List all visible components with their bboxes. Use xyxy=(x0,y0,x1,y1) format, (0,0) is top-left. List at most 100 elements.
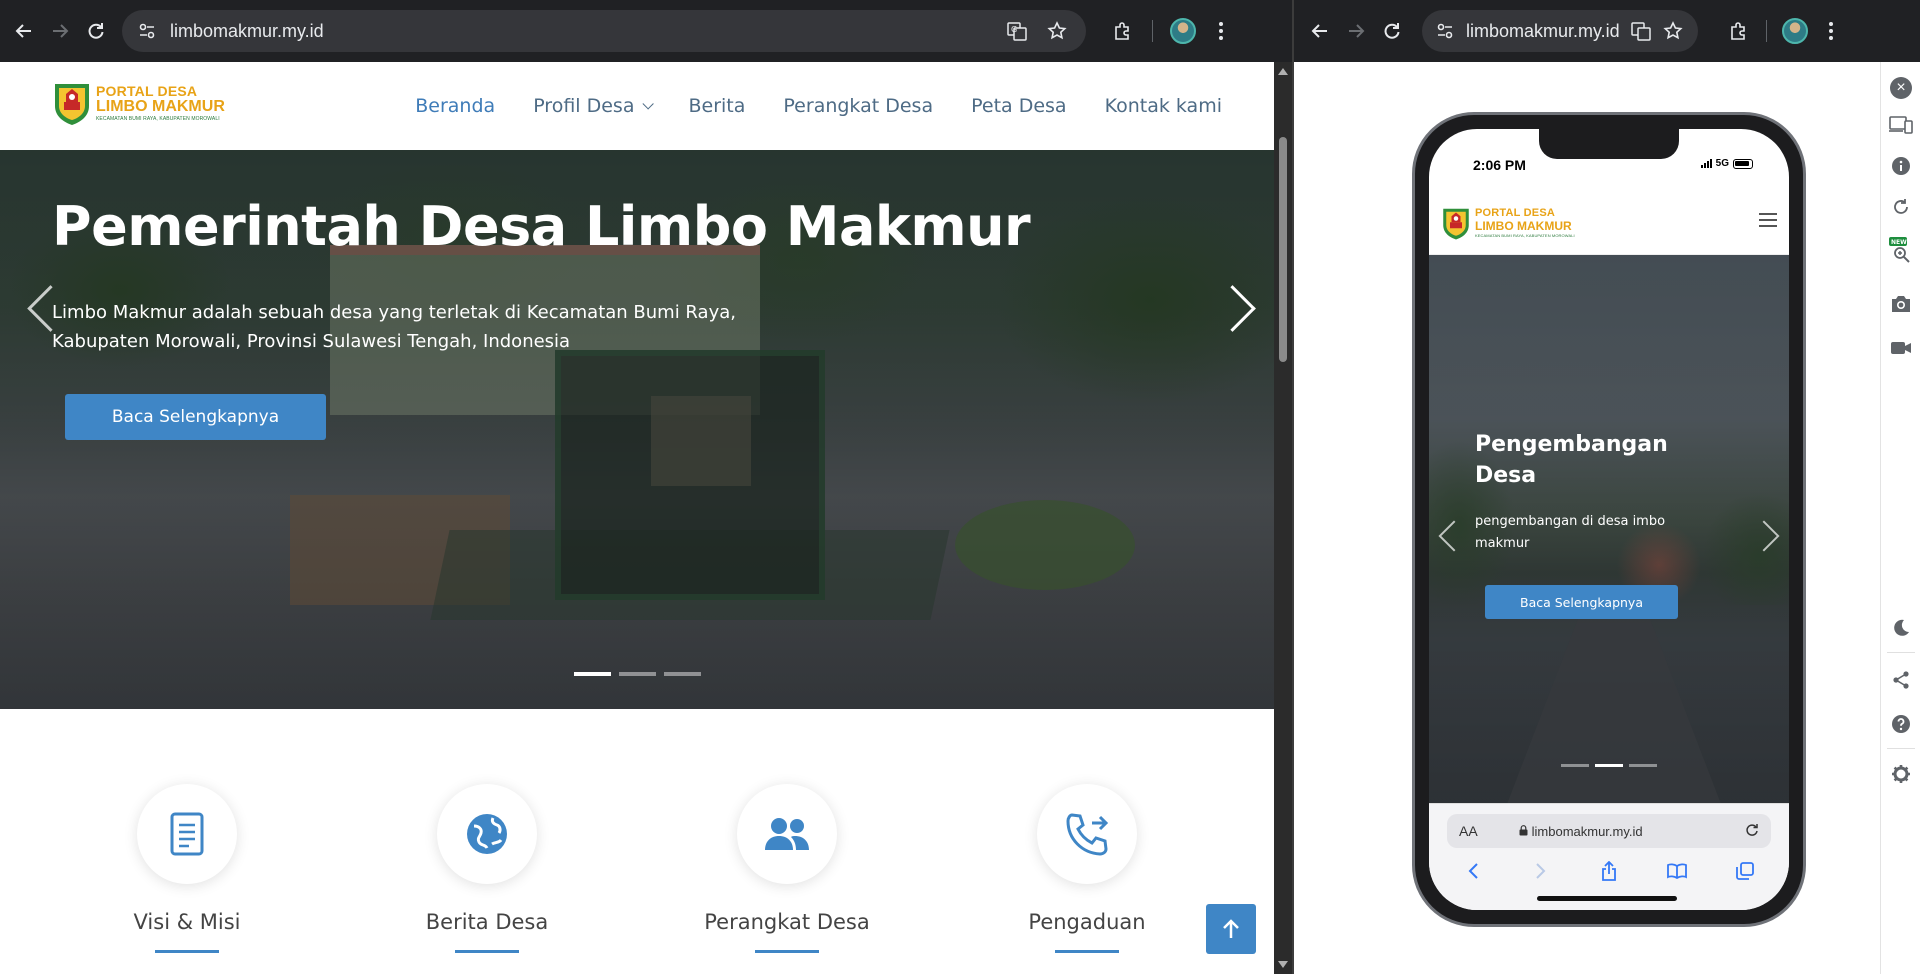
mobile-carousel-next-icon[interactable] xyxy=(1759,525,1781,547)
profile-avatar-icon[interactable] xyxy=(1165,13,1201,49)
reader-aa-button[interactable]: AA xyxy=(1459,823,1519,839)
feature-perangkat-desa[interactable]: Perangkat Desa xyxy=(687,784,887,953)
right-browser-window: limbomakmur.my.id 2:06 PM 5G PORTAL DESA… xyxy=(1294,0,1920,974)
feature-underline xyxy=(455,950,519,953)
feature-berita-desa[interactable]: Berita Desa xyxy=(387,784,587,953)
mobile-carousel-indicators xyxy=(1561,764,1657,767)
site-logo[interactable]: PORTAL DESA LIMBO MAKMUR KECAMATAN BUMI … xyxy=(52,80,225,126)
nav-beranda[interactable]: Beranda xyxy=(415,95,495,117)
devices-icon[interactable] xyxy=(1889,112,1913,136)
mobile-carousel-dot-3[interactable] xyxy=(1629,764,1657,767)
carousel-dot-3[interactable] xyxy=(664,672,701,676)
carousel-dot-1[interactable] xyxy=(574,672,611,676)
feature-label-pengaduan: Pengaduan xyxy=(1028,910,1146,934)
rotate-icon[interactable] xyxy=(1889,196,1913,220)
bookmark-star-icon[interactable] xyxy=(1042,16,1072,46)
forward-arrow-icon[interactable] xyxy=(1338,13,1374,49)
record-video-icon[interactable] xyxy=(1889,336,1913,360)
profile-avatar-icon[interactable] xyxy=(1777,13,1813,49)
safari-domain: limbomakmur.my.id xyxy=(1531,823,1643,839)
logo-line-2: LIMBO MAKMUR xyxy=(96,98,225,115)
feature-visi-misi[interactable]: Visi & Misi xyxy=(87,784,287,953)
translate-icon[interactable]: G xyxy=(1002,16,1032,46)
nav-perangkat-desa[interactable]: Perangkat Desa xyxy=(783,95,933,117)
nav-profil-desa[interactable]: Profil Desa xyxy=(533,95,655,117)
site-info-icon[interactable] xyxy=(136,20,158,42)
reload-icon[interactable] xyxy=(1374,13,1410,49)
safari-bookmarks-icon[interactable] xyxy=(1665,859,1689,883)
forward-arrow-icon[interactable] xyxy=(42,13,78,49)
hamburger-menu-icon[interactable] xyxy=(1759,213,1777,227)
reload-icon[interactable] xyxy=(78,13,114,49)
mobile-carousel-dot-2[interactable] xyxy=(1595,764,1623,767)
url-text-right[interactable]: limbomakmur.my.id xyxy=(1466,21,1620,42)
hero-background-sign xyxy=(555,350,825,600)
site-header: PORTAL DESA LIMBO MAKMUR KECAMATAN BUMI … xyxy=(0,62,1274,150)
address-bar[interactable]: limbomakmur.my.id G xyxy=(122,10,1086,52)
nav-peta-desa[interactable]: Peta Desa xyxy=(971,95,1066,117)
safari-reload-icon[interactable] xyxy=(1745,823,1759,840)
browser-toolbar-right: limbomakmur.my.id xyxy=(1294,0,1920,62)
extensions-icon[interactable] xyxy=(1104,13,1140,49)
settings-gear-icon[interactable] xyxy=(1889,762,1913,786)
scroll-down-arrow-icon[interactable] xyxy=(1278,961,1288,968)
mobile-carousel-dot-1[interactable] xyxy=(1561,764,1589,767)
back-arrow-icon[interactable] xyxy=(1302,13,1338,49)
translate-icon[interactable] xyxy=(1630,16,1652,46)
safari-share-icon[interactable] xyxy=(1597,859,1621,883)
address-bar-right[interactable]: limbomakmur.my.id xyxy=(1422,10,1698,52)
close-icon[interactable]: × xyxy=(1889,76,1913,100)
carousel-dot-2[interactable] xyxy=(619,672,656,676)
mobile-logo-line-2: LIMBO MAKMUR xyxy=(1475,219,1572,233)
back-arrow-icon[interactable] xyxy=(6,13,42,49)
scroll-up-arrow-icon[interactable] xyxy=(1278,68,1288,75)
device-emulator-panel: × NEW xyxy=(1880,62,1920,974)
safari-tabs-icon[interactable] xyxy=(1733,859,1757,883)
feature-underline xyxy=(755,950,819,953)
hero-background-bush xyxy=(955,500,1135,590)
scroll-thumb[interactable] xyxy=(1279,137,1287,362)
back-to-top-button[interactable] xyxy=(1206,904,1256,954)
safari-toolbar: AA limbomakmur.my.id xyxy=(1429,803,1789,910)
feature-underline xyxy=(155,950,219,953)
logo-line-3: KECAMATAN BUMI RAYA, KABUPATEN MOROWALI xyxy=(96,116,220,122)
zoom-icon[interactable]: NEW xyxy=(1889,237,1913,263)
signal-icon xyxy=(1700,159,1712,168)
feature-pengaduan[interactable]: Pengaduan xyxy=(987,784,1187,953)
nav-berita[interactable]: Berita xyxy=(688,95,745,117)
nav-kontak-kami[interactable]: Kontak kami xyxy=(1105,95,1222,117)
share-icon[interactable] xyxy=(1889,668,1913,692)
panel-divider xyxy=(1887,748,1915,749)
page-scrollbar[interactable] xyxy=(1274,62,1292,974)
safari-forward-icon[interactable] xyxy=(1529,859,1553,883)
left-browser-window: limbomakmur.my.id G PORTAL DESA LIMBO MA… xyxy=(0,0,1292,974)
read-more-button[interactable]: Baca Selengkapnya xyxy=(65,394,326,440)
url-text[interactable]: limbomakmur.my.id xyxy=(170,21,992,42)
feature-label-perangkat-desa: Perangkat Desa xyxy=(704,910,870,934)
help-icon[interactable] xyxy=(1889,712,1913,736)
home-indicator xyxy=(1537,896,1677,901)
carousel-prev-icon[interactable] xyxy=(24,292,60,328)
screenshot-camera-icon[interactable] xyxy=(1889,292,1913,316)
carousel-next-icon[interactable] xyxy=(1222,292,1258,328)
lock-icon xyxy=(1519,824,1528,835)
mobile-read-more-button[interactable]: Baca Selengkapnya xyxy=(1485,585,1678,619)
bookmark-star-icon[interactable] xyxy=(1662,16,1684,46)
dark-mode-moon-icon[interactable] xyxy=(1889,616,1913,640)
toolbar-divider xyxy=(1152,20,1153,42)
mobile-carousel-prev-icon[interactable] xyxy=(1437,525,1459,547)
arrow-up-icon xyxy=(1223,919,1239,938)
kebab-menu-icon[interactable] xyxy=(1813,13,1849,49)
feature-label-berita-desa: Berita Desa xyxy=(425,910,549,934)
info-icon[interactable] xyxy=(1889,154,1913,178)
safari-address-bar[interactable]: AA limbomakmur.my.id xyxy=(1447,814,1771,848)
safari-back-icon[interactable] xyxy=(1461,859,1485,883)
phone-mockup: 2:06 PM 5G PORTAL DESA LIMBO MAKMUR KECA… xyxy=(1412,112,1806,927)
phone-screen: 2:06 PM 5G PORTAL DESA LIMBO MAKMUR KECA… xyxy=(1429,129,1789,910)
site-info-icon[interactable] xyxy=(1436,20,1454,42)
mobile-site-logo[interactable]: PORTAL DESA LIMBO MAKMUR KECAMATAN BUMI … xyxy=(1441,205,1575,241)
extensions-icon[interactable] xyxy=(1720,13,1756,49)
kebab-menu-icon[interactable] xyxy=(1203,13,1239,49)
feature-label-visi-misi: Visi & Misi xyxy=(133,910,241,934)
logo-line-1: PORTAL DESA xyxy=(96,83,198,99)
